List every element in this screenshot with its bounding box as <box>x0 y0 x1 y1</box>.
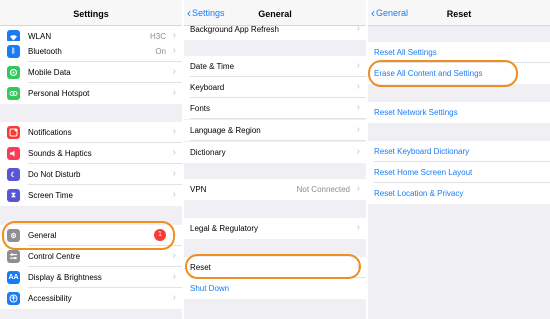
mobile-data-icon <box>7 66 20 79</box>
chevron-right-icon: › <box>356 60 360 71</box>
hourglass-icon: ⧗ <box>7 189 20 202</box>
general-navbar: ‹ Settings General <box>184 0 366 26</box>
settings-row-bluetooth[interactable]: ᛒ Bluetooth On › <box>0 41 182 62</box>
row-label: Do Not Disturb <box>28 170 81 179</box>
general-panel: Background App Refresh › ‹ Settings Gene… <box>184 0 366 319</box>
chevron-right-icon: › <box>172 271 176 282</box>
row-label: Dictionary <box>190 148 226 157</box>
chevron-right-icon: › <box>172 250 176 261</box>
general-row-fonts[interactable]: Fonts › <box>184 98 366 119</box>
chevron-right-icon: › <box>172 189 176 200</box>
row-label: Background App Refresh <box>190 25 279 34</box>
row-label: Reset Location & Privacy <box>374 189 464 198</box>
row-label: Notifications <box>28 128 72 137</box>
settings-row-mobile-data[interactable]: Mobile Data › <box>0 62 182 83</box>
row-value: H3C <box>149 32 166 41</box>
settings-row-sounds[interactable]: Sounds & Haptics › <box>0 143 182 164</box>
row-label: Reset All Settings <box>374 48 437 57</box>
row-label: Keyboard <box>190 83 225 92</box>
reset-panel: ‹ General Reset Reset All Settings Erase… <box>368 0 550 319</box>
general-row-reset[interactable]: Reset › <box>184 257 366 278</box>
chevron-right-icon: › <box>172 147 176 158</box>
general-row-keyboard[interactable]: Keyboard › <box>184 77 366 98</box>
notifications-icon <box>7 126 20 139</box>
reset-navbar: ‹ General Reset <box>368 0 550 26</box>
chevron-right-icon: › <box>172 66 176 77</box>
reset-row-home-screen[interactable]: Reset Home Screen Layout <box>368 162 550 183</box>
chevron-right-icon: › <box>356 146 360 157</box>
settings-row-accessibility[interactable]: Accessibility › <box>0 288 182 309</box>
settings-row-dnd[interactable]: ☾ Do Not Disturb › <box>0 164 182 185</box>
control-centre-icon <box>7 250 20 263</box>
row-label: Erase All Content and Settings <box>374 69 483 78</box>
settings-row-display[interactable]: AA Display & Brightness › <box>0 267 182 288</box>
settings-navbar: Settings <box>0 0 182 26</box>
settings-row-notifications[interactable]: Notifications › <box>0 122 182 143</box>
chevron-right-icon: › <box>356 261 360 272</box>
row-label: Sounds & Haptics <box>28 149 92 158</box>
row-label: Reset Keyboard Dictionary <box>374 147 470 156</box>
row-value: Not Connected <box>296 185 350 194</box>
chevron-right-icon: › <box>172 45 176 56</box>
reset-row-network[interactable]: Reset Network Settings <box>368 102 550 123</box>
chevron-right-icon: › <box>356 81 360 92</box>
chevron-right-icon: › <box>172 229 176 240</box>
settings-row-hotspot[interactable]: Personal Hotspot › <box>0 83 182 104</box>
row-label: Display & Brightness <box>28 273 102 282</box>
general-row-dictionary[interactable]: Dictionary › <box>184 142 366 163</box>
row-label: Personal Hotspot <box>28 89 90 98</box>
reset-row-erase-all[interactable]: Erase All Content and Settings <box>368 63 550 84</box>
chevron-right-icon: › <box>356 183 360 194</box>
general-row-legal[interactable]: Legal & Regulatory › <box>184 218 366 239</box>
chevron-right-icon: › <box>172 30 176 41</box>
display-icon: AA <box>7 271 20 284</box>
settings-row-screen-time[interactable]: ⧗ Screen Time › <box>0 185 182 206</box>
row-label: Fonts <box>190 104 211 113</box>
row-label: Shut Down <box>190 284 230 293</box>
row-label: WLAN <box>28 32 52 41</box>
page-title: Settings <box>73 9 109 19</box>
row-label: VPN <box>190 185 207 194</box>
row-label: General <box>28 231 57 240</box>
settings-row-general[interactable]: ⚙ General 1 › <box>0 225 182 246</box>
notification-badge: 1 <box>154 229 166 241</box>
row-label: Reset <box>190 263 211 272</box>
settings-row-control-centre[interactable]: Control Centre › <box>0 246 182 267</box>
page-title: Reset <box>446 9 472 19</box>
hotspot-icon <box>7 87 20 100</box>
chevron-right-icon: › <box>172 168 176 179</box>
row-label: Control Centre <box>28 252 81 261</box>
row-label: Legal & Regulatory <box>190 224 259 233</box>
row-label: Date & Time <box>190 62 235 71</box>
row-label: Language & Region <box>190 126 261 135</box>
general-row-shut-down[interactable]: Shut Down <box>184 278 366 299</box>
row-value: On <box>155 47 166 56</box>
row-label: Screen Time <box>28 191 73 200</box>
chevron-right-icon: › <box>172 292 176 303</box>
chevron-right-icon: › <box>356 102 360 113</box>
chevron-right-icon: › <box>356 124 360 135</box>
chevron-right-icon: › <box>172 126 176 137</box>
reset-row-location[interactable]: Reset Location & Privacy <box>368 183 550 204</box>
chevron-right-icon: › <box>172 87 176 98</box>
general-row-date-time[interactable]: Date & Time › <box>184 56 366 77</box>
moon-icon: ☾ <box>7 168 20 181</box>
row-label: Accessibility <box>28 294 72 303</box>
reset-row-keyboard[interactable]: Reset Keyboard Dictionary <box>368 141 550 162</box>
row-label: Bluetooth <box>28 47 62 56</box>
settings-panel: Settings WLAN H3C › ᛒ Bluetooth On › Mob… <box>0 0 182 319</box>
row-label: Reset Home Screen Layout <box>374 168 473 177</box>
bluetooth-icon: ᛒ <box>7 45 20 58</box>
row-label: Mobile Data <box>28 68 71 77</box>
reset-row-all-settings[interactable]: Reset All Settings <box>368 42 550 63</box>
general-row-language-region[interactable]: Language & Region › <box>184 120 366 141</box>
general-row-vpn[interactable]: VPN Not Connected › <box>184 179 366 200</box>
sounds-icon <box>7 147 20 160</box>
accessibility-icon <box>7 292 20 305</box>
gear-icon: ⚙ <box>7 229 20 242</box>
page-title: General <box>258 9 292 19</box>
row-label: Reset Network Settings <box>374 108 458 117</box>
chevron-right-icon: › <box>356 222 360 233</box>
